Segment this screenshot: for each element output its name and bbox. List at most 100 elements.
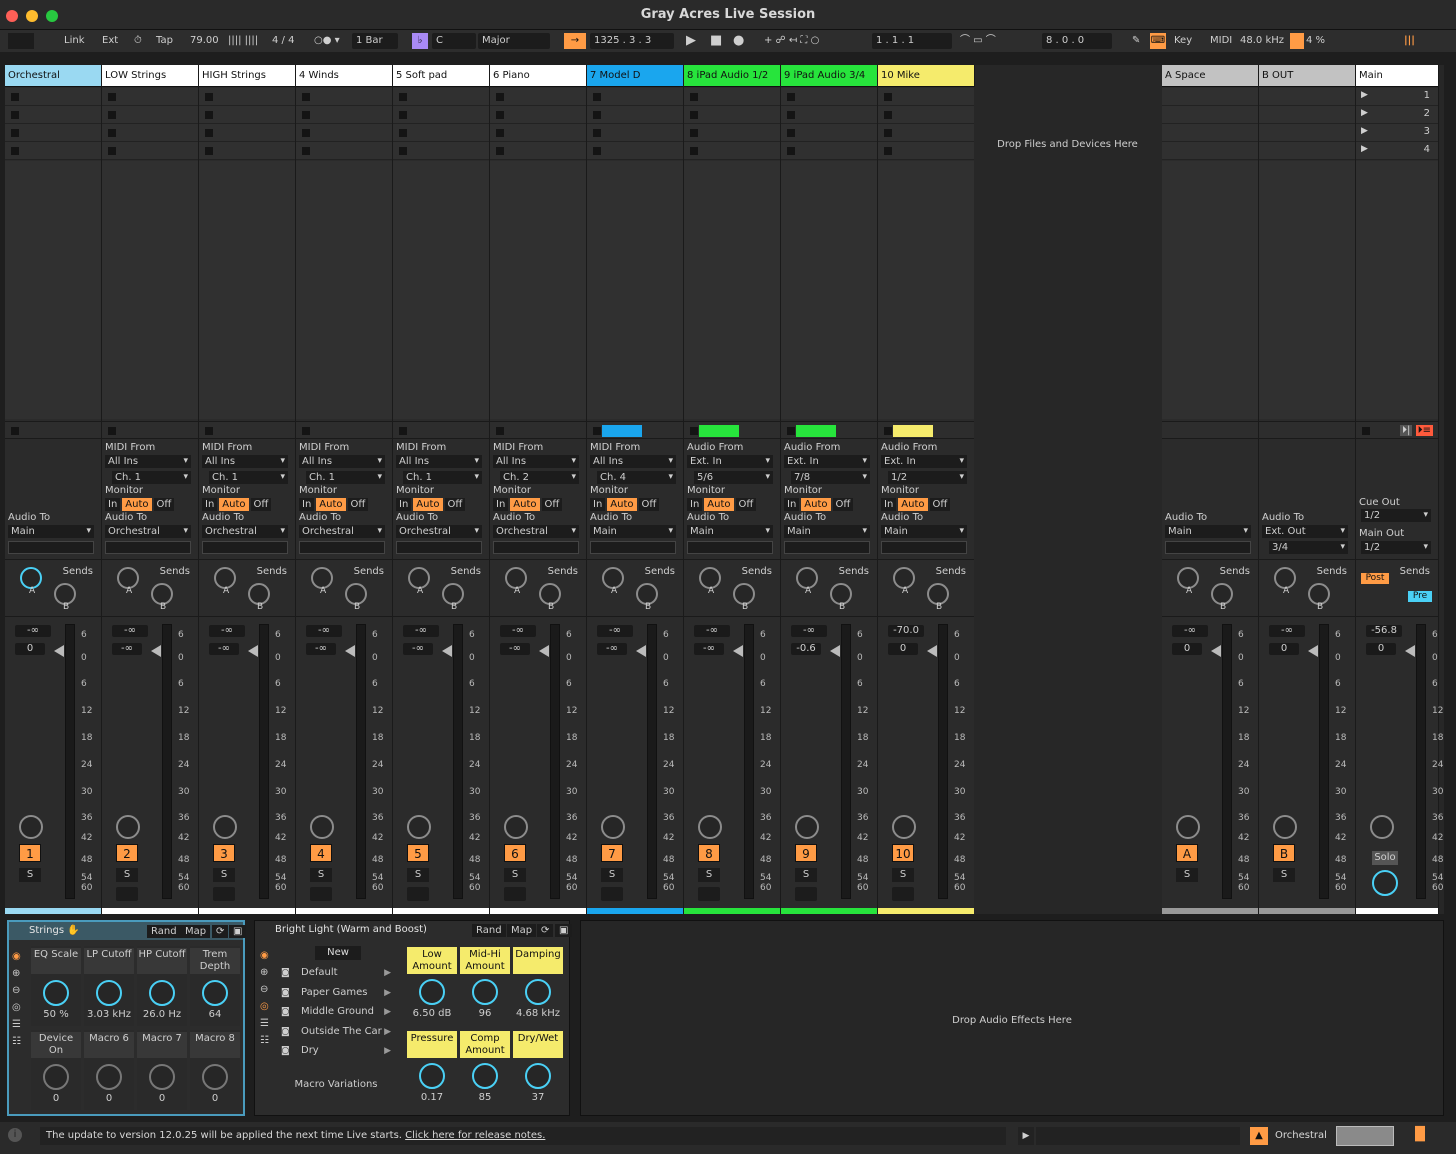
monitor-in-button[interactable]: In <box>396 498 412 511</box>
monitor-auto-button[interactable]: Auto <box>122 498 152 511</box>
stop-all-clips-icon[interactable] <box>593 427 601 435</box>
volume-field[interactable]: -∞ <box>791 625 827 637</box>
empty-slot-area[interactable] <box>5 161 101 419</box>
track-title[interactable]: B OUT <box>1259 65 1355 87</box>
output-sub-menu[interactable] <box>881 541 967 554</box>
clip-stop-icon[interactable] <box>11 111 19 119</box>
monitor-auto-button[interactable]: Auto <box>898 498 928 511</box>
pan-knob[interactable] <box>1176 815 1200 839</box>
macro-knob[interactable] <box>149 1064 175 1090</box>
monitor-auto-button[interactable]: Auto <box>704 498 734 511</box>
monitor-auto-button[interactable]: Auto <box>413 498 443 511</box>
clip-slot[interactable] <box>5 142 101 160</box>
map-button[interactable]: Map <box>181 925 211 938</box>
arm-button[interactable] <box>698 887 720 901</box>
pan-field[interactable]: 0 <box>1269 643 1299 655</box>
monitor-in-button[interactable]: In <box>784 498 800 511</box>
detail-view-icon[interactable]: ▐▌ <box>1410 1127 1430 1142</box>
metronome-toggle-icon[interactable]: ○● ▾ <box>314 33 340 49</box>
clip-stop-icon[interactable] <box>205 147 213 155</box>
pan-field[interactable]: 0 <box>888 643 918 655</box>
quantization-menu[interactable]: 1 Bar <box>352 33 398 49</box>
macro-1[interactable]: Low Amount 6.50 dB <box>407 947 457 1027</box>
stop-all-clips-icon[interactable] <box>399 427 407 435</box>
follow-arrow-icon[interactable]: → <box>564 33 586 49</box>
clip-slot[interactable] <box>1259 106 1355 124</box>
solo-button[interactable]: S <box>213 868 235 882</box>
audio-to-menu[interactable]: Main <box>8 525 94 538</box>
solo-button[interactable]: S <box>407 868 429 882</box>
arm-button[interactable] <box>310 887 332 901</box>
monitor-auto-button[interactable]: Auto <box>316 498 346 511</box>
volume-slider-handle[interactable] <box>539 645 549 657</box>
volume-field[interactable]: -∞ <box>1269 625 1305 637</box>
nudge-icons[interactable]: |||| |||| <box>228 33 258 49</box>
monitor-in-button[interactable]: In <box>202 498 218 511</box>
monitor-off-button[interactable]: Off <box>735 498 757 511</box>
monitor-in-button[interactable]: In <box>881 498 897 511</box>
clip-slot[interactable] <box>684 106 780 124</box>
output-sub-menu[interactable] <box>202 541 288 554</box>
clip-slot[interactable] <box>102 88 198 106</box>
clip-slot[interactable] <box>490 106 586 124</box>
pan-field[interactable]: 0 <box>1366 643 1396 655</box>
pre-button[interactable]: Pre <box>1408 591 1432 602</box>
track-title[interactable]: 9 iPad Audio 3/4 <box>781 65 877 87</box>
clip-slot[interactable] <box>102 124 198 142</box>
info-icon[interactable]: i <box>8 1128 22 1142</box>
pan-field[interactable]: -∞ <box>306 643 336 655</box>
output-sub-menu[interactable] <box>590 541 676 554</box>
loop-length-field[interactable]: 8 . 0 . 0 <box>1042 33 1112 49</box>
scene-launch-icon[interactable]: ▶ <box>1361 90 1368 100</box>
pan-field[interactable]: -0.6 <box>791 643 821 655</box>
volume-field[interactable]: -∞ <box>112 625 148 637</box>
arm-button[interactable] <box>407 887 429 901</box>
volume-field[interactable]: -70.0 <box>888 625 924 637</box>
macro-knob[interactable] <box>202 1064 228 1090</box>
pan-field[interactable]: -∞ <box>403 643 433 655</box>
clip-stop-icon[interactable] <box>884 129 892 137</box>
macro-4[interactable]: Pressure 0.17 <box>407 1031 457 1111</box>
input-channel-menu[interactable]: 7/8 <box>791 471 870 484</box>
pan-knob[interactable] <box>213 815 237 839</box>
track-title[interactable]: Main <box>1356 65 1438 87</box>
scene-launch-icon[interactable]: ▶ <box>1361 144 1368 154</box>
macro-knob[interactable] <box>525 979 551 1005</box>
solo-button[interactable]: S <box>795 868 817 882</box>
pan-field[interactable]: 0 <box>15 643 45 655</box>
arm-button[interactable] <box>116 887 138 901</box>
clip-stop-icon[interactable] <box>205 93 213 101</box>
clip-slot[interactable] <box>490 142 586 160</box>
output-sub-menu[interactable] <box>105 541 191 554</box>
macro-knob[interactable] <box>202 980 228 1006</box>
cue-out-menu[interactable]: 1/2 <box>1361 509 1431 522</box>
pan-knob[interactable] <box>892 815 916 839</box>
clip-slot[interactable] <box>102 142 198 160</box>
input-channel-menu[interactable]: Ch. 1 <box>209 471 288 484</box>
punch-icons[interactable]: ⌒ ▭ ⌒ <box>960 33 996 49</box>
track-activator-button[interactable]: 5 <box>407 844 429 862</box>
stop-all-clips-icon[interactable] <box>787 427 795 435</box>
key-root-menu[interactable]: C <box>432 33 476 49</box>
volume-field[interactable]: -∞ <box>1172 625 1208 637</box>
input-type-menu[interactable]: All Ins <box>493 455 579 468</box>
empty-slot-area[interactable] <box>878 161 974 419</box>
clip-slot[interactable] <box>490 124 586 142</box>
macro-knob[interactable] <box>96 980 122 1006</box>
link-button[interactable]: Link <box>64 33 84 49</box>
volume-field[interactable]: -∞ <box>403 625 439 637</box>
arm-button[interactable] <box>795 887 817 901</box>
clip-slot[interactable] <box>1259 124 1355 142</box>
macro-knob[interactable] <box>472 979 498 1005</box>
pan-field[interactable]: -∞ <box>597 643 627 655</box>
track-activator-button[interactable]: A <box>1176 844 1198 862</box>
empty-slot-area[interactable] <box>1259 161 1355 419</box>
clip-stop-icon[interactable] <box>302 93 310 101</box>
clip-slot[interactable] <box>199 124 295 142</box>
track-activator-button[interactable]: 9 <box>795 844 817 862</box>
solo-button[interactable]: S <box>1176 868 1198 882</box>
stop-icon[interactable]: ■ <box>710 33 722 49</box>
clip-slot[interactable] <box>296 106 392 124</box>
input-type-menu[interactable]: All Ins <box>202 455 288 468</box>
map-button[interactable]: Map <box>507 924 537 937</box>
